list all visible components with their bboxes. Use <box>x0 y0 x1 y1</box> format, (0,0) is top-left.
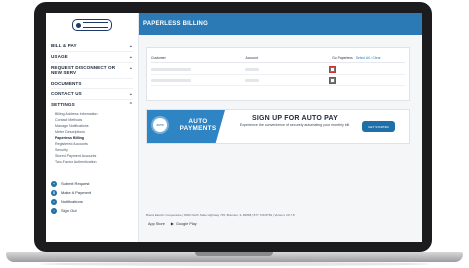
banner-payments-text: PAYMENTS <box>179 125 217 133</box>
request-icon: + <box>51 180 57 187</box>
nav-label: BILL & PAY <box>51 43 77 48</box>
quick-link-label: Sign Out <box>61 208 77 213</box>
table-header-row: Customer Account Go Paperless Select All… <box>151 54 405 63</box>
quick-link-label: Make A Payment <box>61 190 92 195</box>
quick-link-notifications[interactable]: • Notifications <box>51 197 91 206</box>
auto-badge-icon: AUTO <box>153 118 167 132</box>
footer-info: Brand Electric Cooperative | 8000 North … <box>146 213 295 217</box>
quick-links: + Submit Request $ Make A Payment • Noti… <box>51 179 91 215</box>
table-row <box>151 65 405 75</box>
app-store-label: App Store <box>148 221 165 226</box>
payment-icon: $ <box>51 189 57 196</box>
nav-item-documents[interactable]: DOCUMENTS <box>51 79 133 89</box>
quick-link-sign-out[interactable]: › Sign Out <box>51 206 91 215</box>
nav-label: SETTINGS <box>51 101 75 107</box>
company-logo[interactable] <box>72 19 112 31</box>
laptop-screen: BILL & PAY ⌄ USAGE ⌄ REQUEST DISCONNECT … <box>46 13 422 242</box>
chevron-down-icon: ⌄ <box>128 54 133 60</box>
select-all-link[interactable]: Select All / Clear <box>356 56 381 60</box>
paperless-table-card: Customer Account Go Paperless Select All… <box>146 47 410 101</box>
banner-headline: SIGN UP FOR AUTO PAY <box>252 115 338 122</box>
banner-copy: SIGN UP FOR AUTO PAY Experience the conv… <box>231 115 359 128</box>
column-header-account: Account <box>245 56 258 60</box>
sidebar-nav: BILL & PAY ⌄ USAGE ⌄ REQUEST DISCONNECT … <box>46 37 138 167</box>
nav-label: CONTACT US <box>51 90 82 96</box>
nav-label: DOCUMENTS <box>51 80 82 86</box>
nav-item-contact-us[interactable]: CONTACT US ⌄ <box>51 89 133 100</box>
quick-link-make-payment[interactable]: $ Make A Payment <box>51 188 91 197</box>
account-cell <box>245 68 259 71</box>
go-paperless-label: Go Paperless <box>332 56 353 60</box>
auto-pay-banner: AUTO AUTO PAYMENTS SIGN UP FOR AUTO PAY … <box>146 109 410 144</box>
bell-icon: • <box>51 198 57 205</box>
google-play-icon: ▶ <box>170 221 174 226</box>
column-header-customer: Customer <box>151 56 166 60</box>
laptop-shadow <box>40 262 430 266</box>
store-links: App Store ▶ Google Play <box>146 221 416 226</box>
submenu-two-factor-auth[interactable]: Two-Factor Authentication <box>55 159 133 165</box>
nav-item-usage[interactable]: USAGE ⌄ <box>51 52 133 63</box>
page-header: PAPERLESS BILLING <box>139 13 422 35</box>
customer-cell <box>151 68 191 71</box>
footer: Brand Electric Cooperative | 8000 North … <box>146 213 416 226</box>
account-cell <box>245 79 259 82</box>
google-play-label: Google Play <box>175 221 197 226</box>
quick-link-submit-request[interactable]: + Submit Request <box>51 179 91 188</box>
sign-out-icon: › <box>51 207 57 214</box>
logo-bar <box>46 13 138 37</box>
page-title: PAPERLESS BILLING <box>143 21 208 27</box>
paperless-checkbox[interactable] <box>330 78 335 83</box>
settings-submenu: Billing Address Information Contact Meth… <box>51 110 133 167</box>
chevron-down-icon: ⌄ <box>128 65 133 71</box>
nav-item-bill-pay[interactable]: BILL & PAY ⌄ <box>51 41 133 52</box>
sidebar: BILL & PAY ⌄ USAGE ⌄ REQUEST DISCONNECT … <box>46 13 139 242</box>
nav-label: REQUEST DISCONNECT OR NEW SERV <box>51 65 116 76</box>
get-started-button[interactable]: GET STARTED <box>362 121 395 132</box>
chevron-down-icon: ⌄ <box>128 90 133 97</box>
banner-auto-text: AUTO <box>188 118 208 125</box>
nav-item-request-disconnect[interactable]: REQUEST DISCONNECT OR NEW SERV ⌄ <box>51 63 133 79</box>
table-row <box>151 76 405 86</box>
app-store-link[interactable]: App Store <box>146 221 165 226</box>
quick-link-label: Submit Request <box>61 181 90 186</box>
banner-graphic: AUTO AUTO PAYMENTS <box>147 110 225 143</box>
nav-label: USAGE <box>51 54 68 59</box>
chevron-down-icon: ⌄ <box>128 43 133 49</box>
paperless-checkbox-highlight <box>329 77 336 84</box>
laptop-notch <box>195 252 273 256</box>
banner-subtext: Experience the convenience of securely a… <box>239 123 351 127</box>
nav-item-settings[interactable]: SETTINGS ⌃ <box>51 100 133 110</box>
column-header-paperless: Go Paperless Select All / Clear <box>332 56 405 60</box>
banner-graphic-text: AUTO PAYMENTS <box>173 118 223 133</box>
paperless-checkbox[interactable] <box>330 67 335 72</box>
customer-cell <box>151 79 191 82</box>
paperless-checkbox-highlight <box>329 66 336 73</box>
google-play-link[interactable]: ▶ Google Play <box>171 221 197 226</box>
quick-link-label: Notifications <box>61 199 83 204</box>
chevron-up-icon: ⌃ <box>128 101 133 108</box>
logo-mark-icon <box>76 22 81 28</box>
logo-wordmark <box>83 22 108 28</box>
